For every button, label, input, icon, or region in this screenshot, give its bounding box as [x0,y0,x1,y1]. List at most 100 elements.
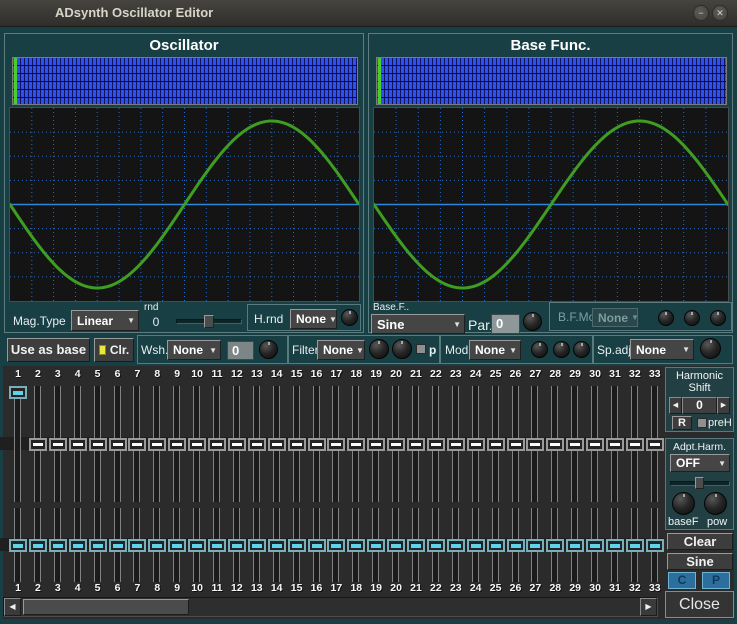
copy-button[interactable]: C [668,572,696,589]
harmonic-amp-slider-handle[interactable] [69,438,87,451]
harmonic-amp-slider-handle[interactable] [188,438,206,451]
harmonic-amp-slider-handle[interactable] [89,438,107,451]
adpt-harm-slider[interactable] [670,477,730,491]
harmonic-phase-slider-handle[interactable] [168,539,186,552]
harmonic-amp-slider-handle[interactable] [407,438,425,451]
harmonic-amp-slider-handle[interactable] [526,438,544,451]
close-window-button[interactable]: ✕ [712,5,728,21]
harmonic-phase-slider-handle[interactable] [148,539,166,552]
harmonic-phase-slider-handle[interactable] [467,539,485,552]
adpt-harm-pow-knob[interactable] [704,492,727,515]
mod-dropdown[interactable]: None ▼ [469,340,521,360]
harmonic-phase-slider-handle[interactable] [69,539,87,552]
harmonic-amp-slider-handle[interactable] [546,438,564,451]
mag-type-dropdown[interactable]: Linear ▼ [71,310,139,331]
filter-knob-2[interactable] [392,339,412,359]
mod-knob-3[interactable] [573,341,590,358]
rnd-slider[interactable] [176,315,242,329]
harmonic-phase-slider-handle[interactable] [507,539,525,552]
harmonic-shift-decrement-button[interactable]: ◀ [669,397,682,414]
h-rnd-dropdown[interactable]: None ▼ [290,309,337,329]
harmonic-phase-slider-handle[interactable] [427,539,445,552]
harmonic-amp-slider-handle[interactable] [29,438,47,451]
harmonic-shift-reset-button[interactable]: R [672,416,692,430]
adpt-harm-basef-knob[interactable] [672,492,695,515]
use-as-base-button[interactable]: Use as base [7,338,90,362]
harmonic-amp-slider-handle[interactable] [49,438,67,451]
harmonic-phase-slider-handle[interactable] [566,539,584,552]
titlebar[interactable]: ADsynth Oscillator Editor − ✕ [0,0,737,27]
par-field[interactable]: 0 [491,314,520,334]
filter-knob-1[interactable] [369,339,389,359]
harmonic-amp-slider-handle[interactable] [646,438,664,451]
harmonic-phase-slider-handle[interactable] [646,539,664,552]
wsh-knob[interactable] [259,340,278,359]
harmonic-phase-slider-handle[interactable] [188,539,206,552]
harmonic-amp-slider-handle[interactable] [606,438,624,451]
wsh-dropdown[interactable]: None ▼ [167,340,221,360]
harmonic-phase-slider-handle[interactable] [347,539,365,552]
harmonic-phase-slider-handle[interactable] [288,539,306,552]
harmonic-phase-slider-handle[interactable] [327,539,345,552]
base-f-dropdown[interactable]: Sine ▼ [371,314,465,334]
harmonic-amp-slider-handle[interactable] [467,438,485,451]
close-button[interactable]: Close [665,591,734,618]
bf-mod-knob-1[interactable] [658,310,674,326]
harmonic-phase-slider-handle[interactable] [586,539,604,552]
harmonic-phase-slider-handle[interactable] [208,539,226,552]
sp-adj-dropdown[interactable]: None ▼ [630,339,694,360]
harmonic-amp-slider-handle[interactable] [507,438,525,451]
harmonic-amp-slider-handle[interactable] [427,438,445,451]
harmonic-shift-value[interactable]: 0 [682,397,717,414]
sine-button[interactable]: Sine [667,553,733,570]
harmonic-amp-slider-handle[interactable] [308,438,326,451]
harmonic-phase-slider-handle[interactable] [626,539,644,552]
preh-checkbox[interactable] [697,418,707,428]
bf-mod-knob-2[interactable] [684,310,700,326]
harmonic-amp-slider-handle[interactable] [268,438,286,451]
harmonic-amp-slider-handle[interactable] [9,386,27,399]
scrollbar-right-button[interactable]: ▶ [640,598,657,616]
harmonic-amp-slider-handle[interactable] [327,438,345,451]
harmonic-phase-slider-handle[interactable] [89,539,107,552]
wsh-par-field[interactable]: 0 [227,341,254,360]
harmonic-phase-slider-handle[interactable] [447,539,465,552]
mod-knob-2[interactable] [553,341,570,358]
harmonic-phase-slider-handle[interactable] [29,539,47,552]
minimize-button[interactable]: − [693,5,709,21]
rnd-slider-thumb[interactable] [204,315,214,328]
adpt-harm-slider-thumb[interactable] [695,477,704,489]
filter-dropdown[interactable]: None ▼ [317,340,365,360]
harmonic-amp-slider-handle[interactable] [208,438,226,451]
harmonic-phase-slider-handle[interactable] [606,539,624,552]
harmonic-shift-increment-button[interactable]: ▶ [717,397,730,414]
harmonic-amp-slider-handle[interactable] [447,438,465,451]
harmonic-phase-slider-handle[interactable] [248,539,266,552]
harmonic-amp-slider-handle[interactable] [168,438,186,451]
base-f-par-knob[interactable] [523,312,542,331]
harmonic-phase-slider-handle[interactable] [228,539,246,552]
harmonic-amp-slider-handle[interactable] [566,438,584,451]
harmonic-amp-slider-handle[interactable] [347,438,365,451]
harmonics-scrollbar[interactable]: ◀ ▶ [3,597,658,617]
harmonic-amp-slider-handle[interactable] [109,438,127,451]
scrollbar-left-button[interactable]: ◀ [4,598,21,616]
harmonic-amp-slider-handle[interactable] [586,438,604,451]
harmonic-phase-slider-handle[interactable] [128,539,146,552]
harmonic-phase-slider-handle[interactable] [308,539,326,552]
harmonic-phase-slider-handle[interactable] [367,539,385,552]
harmonic-amp-slider-handle[interactable] [387,438,405,451]
harmonic-phase-slider-handle[interactable] [109,539,127,552]
harmonic-amp-slider-handle[interactable] [228,438,246,451]
scrollbar-thumb[interactable] [23,599,189,615]
harmonic-phase-slider-handle[interactable] [526,539,544,552]
harmonic-phase-slider-handle[interactable] [9,539,27,552]
paste-button[interactable]: P [702,572,730,589]
clr-button[interactable]: Clr. [94,338,134,362]
harmonic-phase-slider-handle[interactable] [387,539,405,552]
filter-p-checkbox[interactable] [416,344,426,354]
mod-knob-1[interactable] [531,341,548,358]
harmonic-amp-slider-handle[interactable] [367,438,385,451]
harmonic-amp-slider-handle[interactable] [148,438,166,451]
harmonic-amp-slider-handle[interactable] [248,438,266,451]
